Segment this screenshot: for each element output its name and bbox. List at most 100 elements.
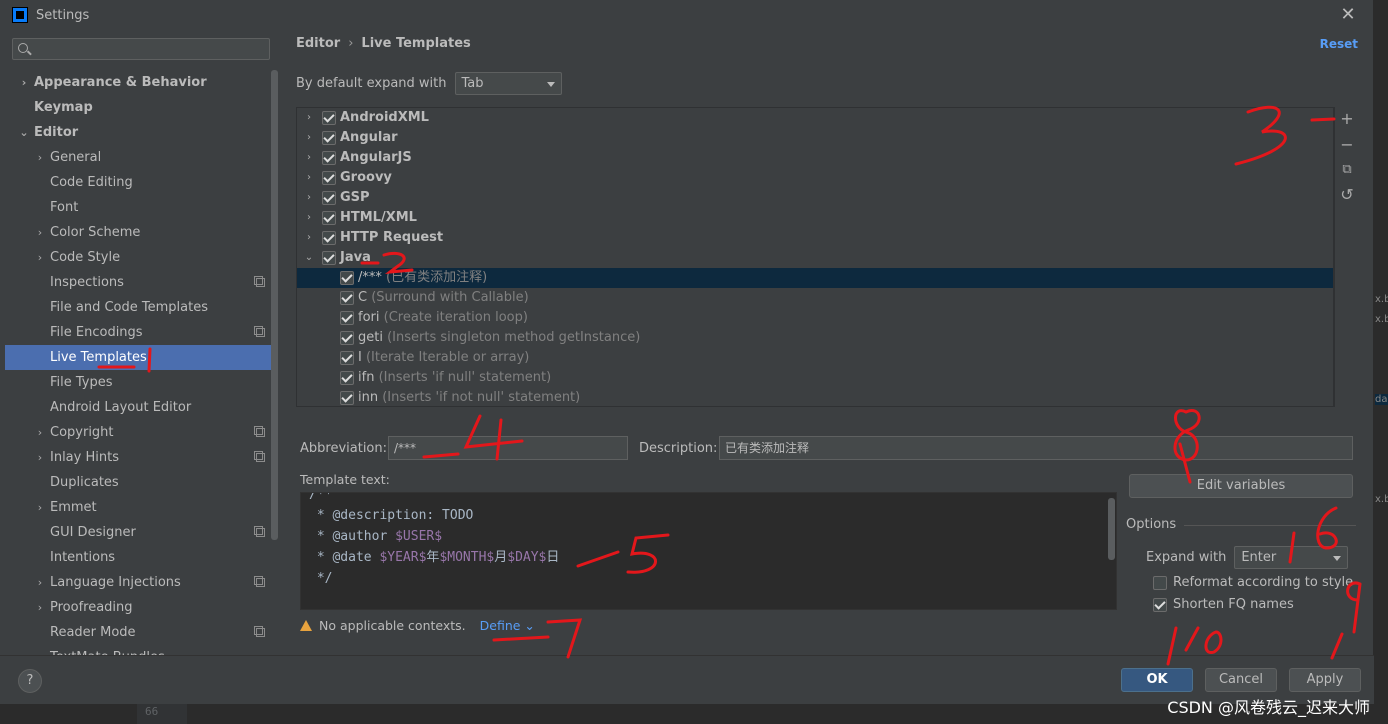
edit-variables-button[interactable]: Edit variables [1129, 474, 1353, 498]
ok-button[interactable]: OK [1121, 668, 1193, 692]
chevron-right-icon[interactable]: › [303, 228, 315, 248]
template-group-checkbox[interactable] [322, 131, 336, 145]
sidebar-item-keymap[interactable]: Keymap [5, 95, 271, 120]
chevron-right-icon[interactable]: › [303, 188, 315, 208]
sidebar-item-code-style[interactable]: › Code Style [5, 245, 271, 270]
restore-icon[interactable]: ↺ [1339, 187, 1355, 203]
abbreviation-label: Abbreviation: [300, 441, 388, 456]
template-group-http-request[interactable]: › HTTP Request [297, 228, 1333, 248]
sidebar-item-color-scheme[interactable]: › Color Scheme [5, 220, 271, 245]
sidebar-item-general[interactable]: › General [5, 145, 271, 170]
template-item-checkbox[interactable] [340, 291, 354, 305]
shorten-fq-option[interactable]: Shorten FQ names [1153, 597, 1294, 612]
default-expand-select[interactable]: Tab [454, 72, 562, 95]
sidebar-item-duplicates[interactable]: Duplicates [5, 470, 271, 495]
template-group-checkbox[interactable] [322, 111, 336, 125]
sidebar-item-emmet[interactable]: › Emmet [5, 495, 271, 520]
sidebar-item-textmate-bundles[interactable]: TextMate Bundles [5, 645, 271, 655]
chevron-right-icon[interactable]: › [34, 420, 46, 445]
define-context-link[interactable]: Define ⌄ [480, 618, 535, 633]
template-item-checkbox[interactable] [340, 311, 354, 325]
chevron-right-icon[interactable]: › [34, 245, 46, 270]
template-group-checkbox[interactable] [322, 251, 336, 265]
template-group-checkbox[interactable] [322, 171, 336, 185]
template-group-checkbox[interactable] [322, 211, 336, 225]
template-item-ifn[interactable]: ifn (Inserts 'if null' statement) [297, 368, 1333, 388]
template-item-i[interactable]: I (Iterate Iterable or array) [297, 348, 1333, 368]
chevron-right-icon[interactable]: › [34, 595, 46, 620]
template-item-checkbox[interactable] [340, 351, 354, 365]
reset-link[interactable]: Reset [1320, 37, 1358, 51]
reformat-option[interactable]: Reformat according to style [1153, 575, 1353, 590]
apply-button[interactable]: Apply [1289, 668, 1361, 692]
template-group-groovy[interactable]: › Groovy [297, 168, 1333, 188]
abbreviation-input[interactable]: /*** [388, 436, 628, 460]
chevron-right-icon[interactable]: › [34, 570, 46, 595]
template-group-androidxml[interactable]: › AndroidXML [297, 108, 1333, 128]
chevron-right-icon[interactable]: › [34, 445, 46, 470]
template-group-checkbox[interactable] [322, 151, 336, 165]
template-group-checkbox[interactable] [322, 231, 336, 245]
shorten-fq-checkbox[interactable] [1153, 597, 1167, 612]
sidebar-item-file-types[interactable]: File Types [5, 370, 271, 395]
breadcrumb-editor[interactable]: Editor [296, 36, 340, 51]
remove-icon[interactable]: − [1339, 137, 1355, 153]
template-item-checkbox[interactable] [340, 331, 354, 345]
template-item-fori[interactable]: fori (Create iteration loop) [297, 308, 1333, 328]
template-item-item[interactable]: /*** (已有类添加注释) [297, 268, 1333, 288]
editor-scrollbar[interactable] [1108, 498, 1115, 560]
sidebar-scrollbar[interactable] [271, 70, 278, 540]
sidebar-item-reader-mode[interactable]: Reader Mode [5, 620, 271, 645]
template-item-checkbox[interactable] [340, 271, 354, 285]
cancel-button[interactable]: Cancel [1205, 668, 1277, 692]
template-group-angular[interactable]: › Angular [297, 128, 1333, 148]
template-group-gsp[interactable]: › GSP [297, 188, 1333, 208]
sidebar-item-appearance-behavior[interactable]: › Appearance & Behavior [5, 70, 271, 95]
template-item-checkbox[interactable] [340, 371, 354, 385]
expand-with-row: Expand with Enter [1146, 546, 1349, 569]
chevron-down-icon[interactable]: ⌄ [18, 120, 30, 145]
reformat-checkbox[interactable] [1153, 575, 1167, 590]
description-input[interactable]: 已有类添加注释 [719, 436, 1353, 460]
chevron-right-icon[interactable]: › [34, 145, 46, 170]
settings-search-input[interactable] [12, 38, 270, 60]
chevron-right-icon[interactable]: › [303, 148, 315, 168]
template-group-java[interactable]: ⌄ Java [297, 248, 1333, 268]
chevron-right-icon[interactable]: › [18, 70, 30, 95]
chevron-right-icon[interactable]: › [34, 495, 46, 520]
template-item-checkbox[interactable] [340, 391, 354, 405]
sidebar-item-proofreading[interactable]: › Proofreading [5, 595, 271, 620]
add-icon[interactable]: + [1339, 111, 1355, 127]
template-item-c[interactable]: C (Surround with Callable) [297, 288, 1333, 308]
sidebar-item-intentions[interactable]: Intentions [5, 545, 271, 570]
template-group-html-xml[interactable]: › HTML/XML [297, 208, 1333, 228]
sidebar-item-inspections[interactable]: Inspections [5, 270, 271, 295]
template-group-angularjs[interactable]: › AngularJS [297, 148, 1333, 168]
sidebar-item-code-editing[interactable]: Code Editing [5, 170, 271, 195]
sidebar-item-gui-designer[interactable]: GUI Designer [5, 520, 271, 545]
sidebar-item-font[interactable]: Font [5, 195, 271, 220]
chevron-right-icon[interactable]: › [303, 168, 315, 188]
sidebar-item-file-encodings[interactable]: File Encodings [5, 320, 271, 345]
help-button[interactable]: ? [18, 669, 42, 693]
chevron-right-icon[interactable]: › [303, 108, 315, 128]
close-icon[interactable]: ✕ [1337, 4, 1359, 26]
sidebar-item-editor[interactable]: ⌄ Editor [5, 120, 271, 145]
template-text-editor[interactable]: /** * @description: TODO * @author $USER… [300, 492, 1117, 610]
sidebar-item-android-layout-editor[interactable]: Android Layout Editor [5, 395, 271, 420]
chevron-down-icon[interactable]: ⌄ [303, 248, 315, 268]
expand-with-select[interactable]: Enter [1234, 546, 1349, 569]
sidebar-item-live-templates[interactable]: Live Templates [5, 345, 271, 370]
template-description: (Surround with Callable) [371, 290, 529, 305]
template-group-checkbox[interactable] [322, 191, 336, 205]
chevron-right-icon[interactable]: › [303, 128, 315, 148]
template-item-geti[interactable]: geti (Inserts singleton method getInstan… [297, 328, 1333, 348]
chevron-right-icon[interactable]: › [34, 220, 46, 245]
template-item-inn[interactable]: inn (Inserts 'if not null' statement) [297, 388, 1333, 406]
sidebar-item-language-injections[interactable]: › Language Injections [5, 570, 271, 595]
copy-icon[interactable]: ⧉ [1339, 162, 1355, 178]
chevron-right-icon[interactable]: › [303, 208, 315, 228]
sidebar-item-inlay-hints[interactable]: › Inlay Hints [5, 445, 271, 470]
sidebar-item-copyright[interactable]: › Copyright [5, 420, 271, 445]
sidebar-item-file-and-code-templates[interactable]: File and Code Templates [5, 295, 271, 320]
